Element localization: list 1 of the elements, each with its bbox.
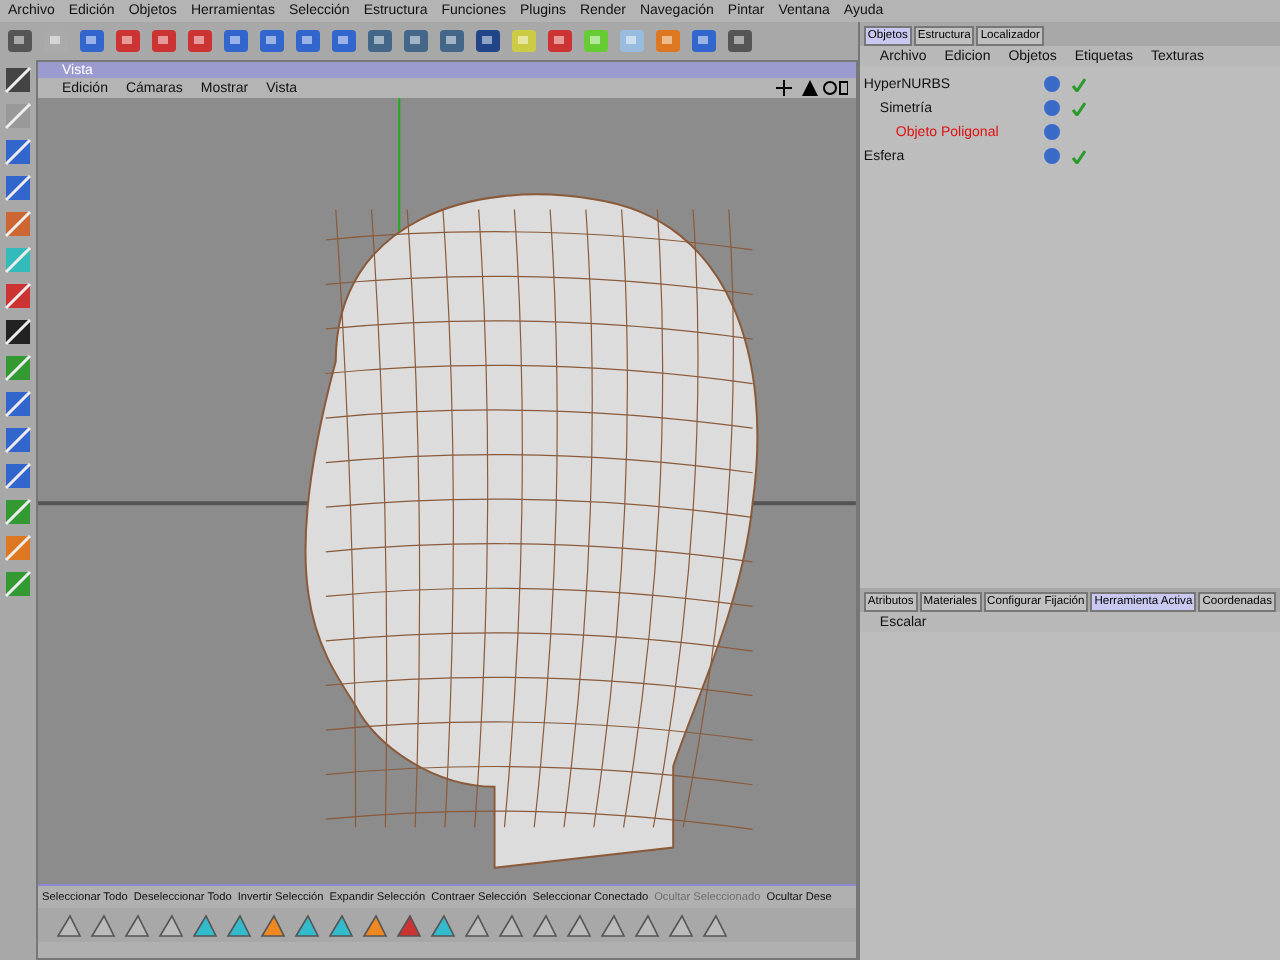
- view-controls-icon[interactable]: [775, 80, 848, 96]
